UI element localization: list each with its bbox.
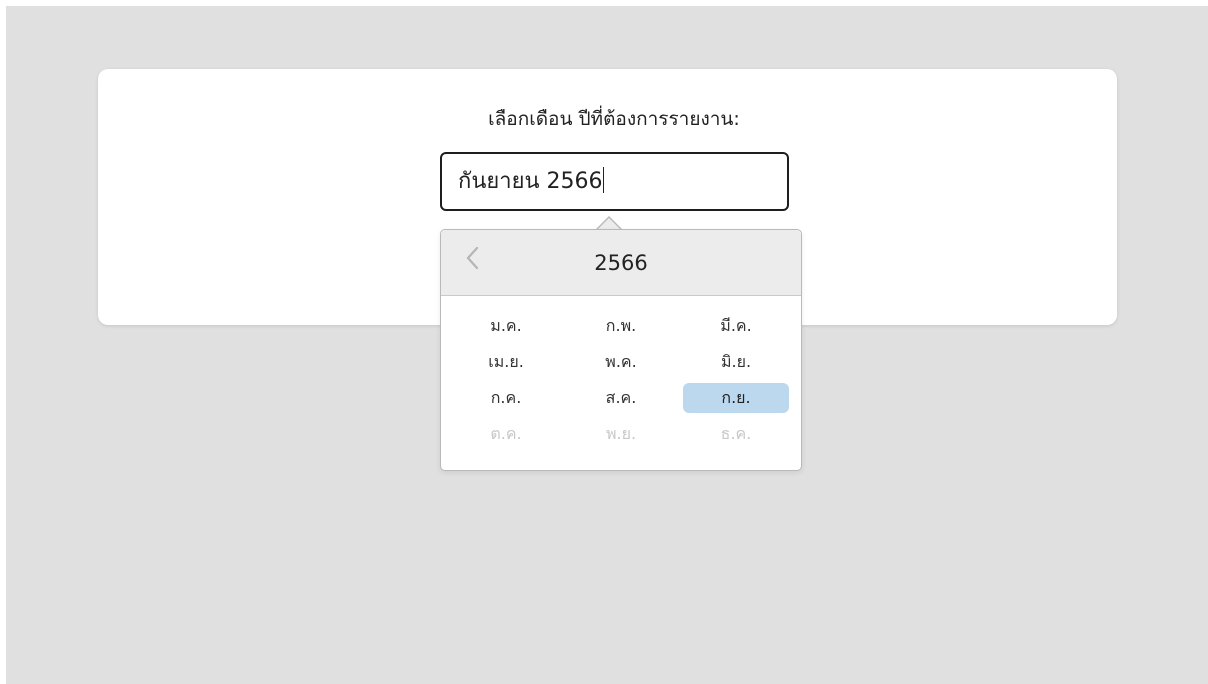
chevron-left-icon: [466, 246, 479, 270]
month-year-input-value: กันยายน 2566: [458, 169, 603, 194]
text-caret: [602, 167, 604, 193]
month-year-input[interactable]: กันยายน 2566: [440, 152, 789, 211]
month-cell[interactable]: พ.ค.: [568, 347, 674, 377]
month-cell: พ.ย.: [605, 424, 637, 443]
month-cell[interactable]: มี.ค.: [683, 311, 789, 341]
month-cell[interactable]: มิ.ย.: [683, 347, 789, 377]
month-cell[interactable]: ก.พ.: [568, 311, 674, 341]
previous-year-button[interactable]: [457, 242, 489, 274]
month-cell[interactable]: ส.ค.: [568, 383, 674, 413]
month-grid: ม.ค. ก.พ. มี.ค. เม.ย. พ.ค. มิ.ย. ก.ค. ส.ค. ก.ย. ต…: [453, 311, 789, 449]
month-cell[interactable]: ม.ค.: [453, 311, 559, 341]
picker-year-label: 2566: [594, 251, 648, 275]
month-cell[interactable]: ก.ค.: [453, 383, 559, 413]
month-picker-header: 2566: [441, 230, 801, 296]
month-year-prompt-label: เลือกเดือน ปีที่ต้องการรายงาน:: [488, 108, 740, 130]
month-cell[interactable]: ก.ย.: [683, 383, 789, 413]
month-cell: ต.ค.: [490, 424, 522, 443]
month-cell[interactable]: เม.ย.: [453, 347, 559, 377]
month-picker-popup: 2566 ม.ค. ก.พ. มี.ค. เม.ย. พ.ค. มิ.ย. ก.ค. ส.ค.…: [440, 229, 802, 471]
month-cell: ธ.ค.: [720, 424, 752, 443]
